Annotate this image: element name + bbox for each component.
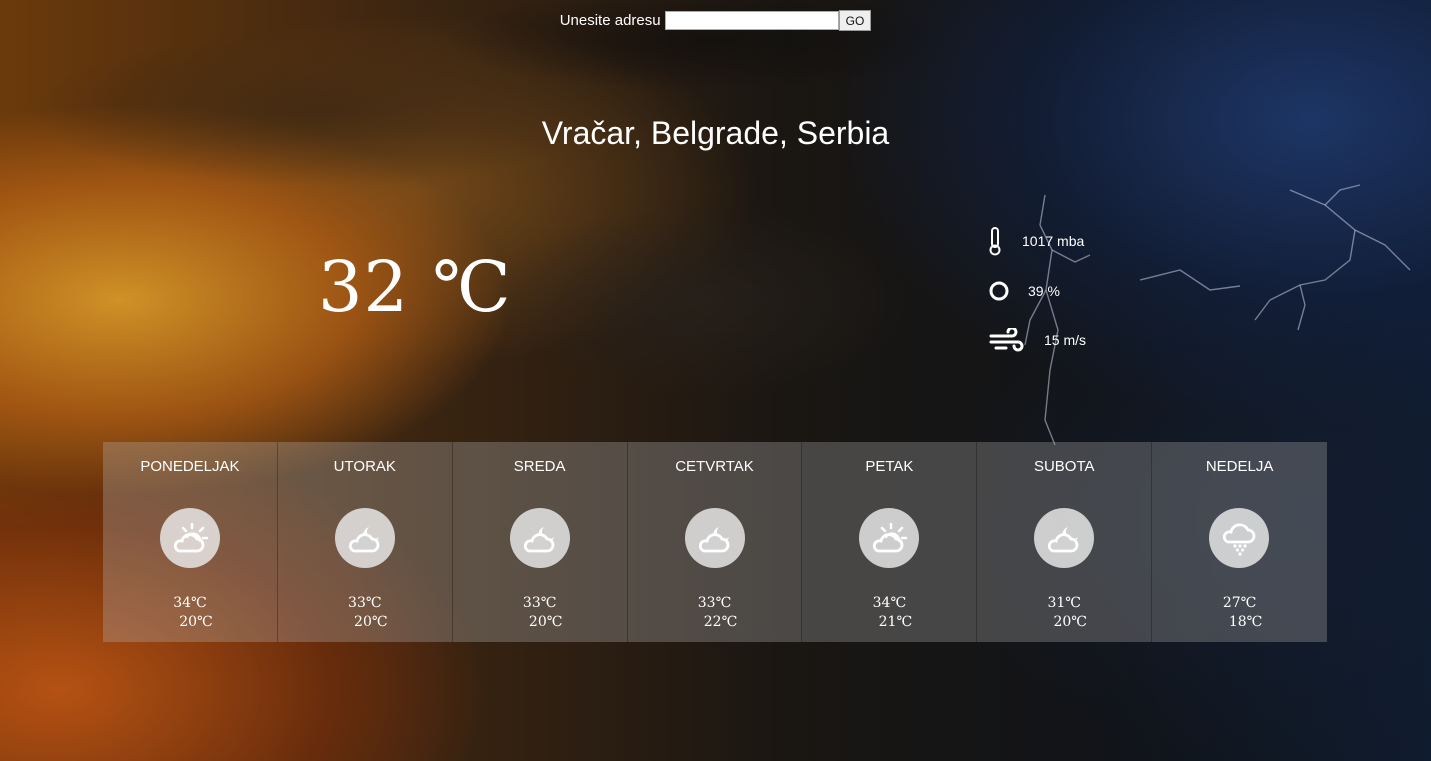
day-name: NEDELJA (1205, 458, 1274, 475)
day-name: SUBOTA (1033, 458, 1095, 475)
day-name: UTORAK (333, 458, 396, 475)
temp-max: 33℃ (522, 595, 557, 611)
day-temps: 33℃ 22℃ (628, 594, 802, 632)
day-temps: 31℃ 20℃ (977, 594, 1151, 632)
humidity-circle-icon (988, 280, 1010, 302)
pressure-stat: 1017 mba (987, 226, 1084, 256)
sun-cloud-icon (859, 508, 920, 568)
wind-value: 15 m/s (1044, 332, 1087, 348)
temp-min: 20℃ (179, 614, 213, 630)
day-temps: 33℃ 20℃ (453, 594, 627, 632)
go-button[interactable]: GO (838, 10, 872, 31)
forecast-day: UTORAK 33℃ 20℃ (277, 442, 453, 642)
forecast-day: SUBOTA 31℃ 20℃ (977, 442, 1153, 642)
forecast-day: CETVRTAK 33℃ 22℃ (627, 442, 803, 642)
day-temps: 33℃ 20℃ (278, 594, 452, 632)
pressure-value: 1017 mba (1022, 233, 1085, 249)
temp-max: 34℃ (872, 595, 907, 611)
wind-stat: 15 m/s (988, 328, 1086, 352)
temp-min: 20℃ (528, 614, 563, 630)
rain-cloud-icon (1209, 508, 1270, 568)
temp-max: 31℃ (1047, 595, 1081, 611)
moon-cloud-icon (334, 508, 395, 568)
day-temps: 27℃ 18℃ (1152, 594, 1327, 632)
temp-max: 34℃ (173, 595, 207, 611)
temp-max: 27℃ (1222, 595, 1257, 611)
forecast-day: SREDA 33℃ 20℃ (452, 442, 628, 642)
day-temps: 34℃ 21℃ (802, 594, 976, 632)
wind-icon (988, 328, 1026, 352)
address-label: Unesite adresu (559, 12, 661, 29)
humidity-value: 39 % (1028, 283, 1060, 299)
temp-max: 33℃ (348, 595, 382, 611)
current-temperature: 32 ℃ (318, 246, 512, 328)
temp-min: 21℃ (878, 614, 913, 630)
temp-min: 22℃ (703, 614, 738, 630)
address-input[interactable] (664, 11, 839, 30)
temp-max: 33℃ (697, 595, 732, 611)
forecast-day: PONEDELJAK 34℃ 20℃ (103, 442, 278, 642)
temp-min: 20℃ (1053, 614, 1087, 630)
temp-min: 20℃ (354, 614, 388, 630)
day-name: PONEDELJAK (140, 458, 240, 475)
moon-cloud-icon (509, 508, 570, 568)
location-title: Vračar, Belgrade, Serbia (541, 115, 890, 151)
address-search-form: Unesite adresu GO (0, 10, 1431, 31)
temp-min: 18℃ (1228, 614, 1263, 630)
forecast-day: PETAK 34℃ 21℃ (802, 442, 978, 642)
day-temps: 34℃ 20℃ (103, 594, 277, 632)
day-name: CETVRTAK (675, 458, 754, 475)
weekly-forecast: PONEDELJAK 34℃ 20℃ UTORAK 33℃ 20℃ SREDA … (103, 442, 1328, 642)
forecast-day: NEDELJA 27℃ 18℃ (1152, 442, 1328, 642)
humidity-stat: 39 % (988, 280, 1060, 302)
moon-cloud-icon (1034, 508, 1095, 568)
day-name: PETAK (865, 458, 914, 475)
moon-cloud-icon (684, 508, 745, 568)
sun-cloud-icon (160, 508, 220, 568)
day-name: SREDA (513, 458, 566, 475)
thermometer-icon (987, 226, 1005, 256)
